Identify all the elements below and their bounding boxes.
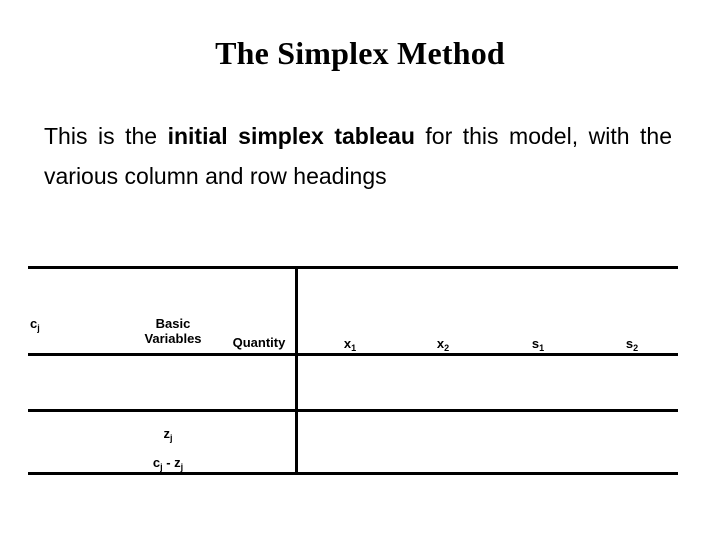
tableau-rule-bottom — [28, 472, 678, 475]
body-lead-text: This is the — [44, 123, 158, 149]
row-label-cj-minus-zj-prefix-subscript: j — [160, 462, 163, 472]
body-paragraph: This is the initial simplex tableau for … — [44, 116, 672, 196]
row-label-zj-subscript: j — [169, 433, 173, 443]
header-column-x2-subscript: 2 — [444, 343, 450, 353]
header-column-x1: x1 — [320, 336, 380, 353]
tableau-rule-above-zj — [28, 409, 678, 412]
row-label-zj-symbol: z — [163, 426, 170, 441]
slide-canvas: { "slide": { "title": "The Simplex Metho… — [0, 0, 720, 540]
header-cj-subscript: j — [37, 323, 40, 333]
header-quantity: Quantity — [232, 335, 286, 350]
header-basic-variables-line1: Basic — [155, 316, 191, 331]
tableau-vertical-divider — [295, 266, 298, 475]
header-column-s2-subscript: 2 — [633, 343, 639, 353]
header-column-s2: s2 — [602, 336, 662, 353]
simplex-tableau: cj Basic Variables Quantity x1 x2 s1 s2 … — [28, 266, 678, 478]
row-label-cj-minus-zj: cj - zj — [123, 455, 213, 472]
header-basic-variables-line2: Variables — [144, 331, 202, 346]
tableau-rule-under-headers — [28, 353, 678, 356]
header-column-x2: x2 — [413, 336, 473, 353]
header-basic-variables: Basic Variables — [128, 316, 218, 346]
row-label-cj-minus-zj-operator: - — [162, 455, 175, 470]
row-label-cj-minus-zj-prefix: c — [152, 455, 161, 470]
header-column-s1: s1 — [508, 336, 568, 353]
header-column-s1-subscript: 1 — [539, 343, 545, 353]
row-label-cj-minus-zj-suffix: z — [174, 455, 181, 470]
header-cj: cj — [30, 316, 40, 333]
slide-title: The Simplex Method — [215, 35, 505, 71]
tableau-rule-top — [28, 266, 678, 269]
header-column-x1-subscript: 1 — [351, 343, 357, 353]
row-label-cj-minus-zj-suffix-subscript: j — [180, 462, 184, 472]
row-label-zj: zj — [123, 426, 213, 443]
body-emphasis-text: initial simplex tableau — [167, 123, 415, 149]
